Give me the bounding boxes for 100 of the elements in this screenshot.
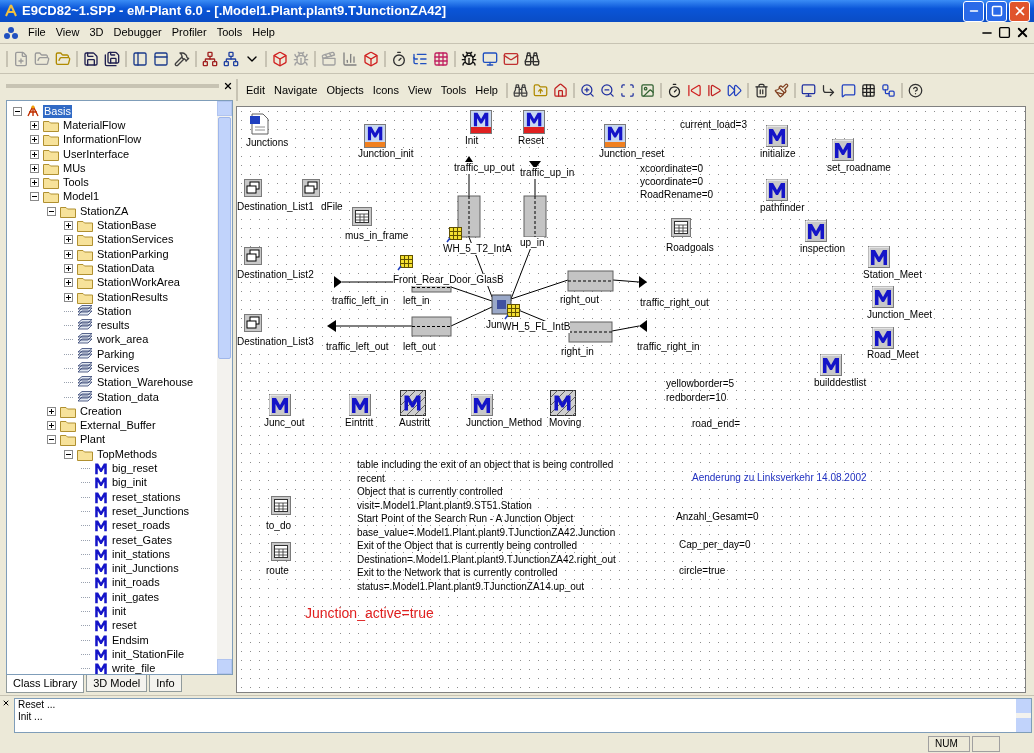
method-icon[interactable] <box>364 124 386 148</box>
method-icon[interactable] <box>868 246 890 268</box>
help-icon[interactable] <box>907 82 923 98</box>
menu-item[interactable]: File <box>28 24 46 41</box>
frame-icon[interactable] <box>244 247 262 265</box>
tree-item[interactable]: Basis <box>43 104 72 118</box>
screen-icon[interactable] <box>482 50 498 67</box>
tree-item[interactable]: reset_stations <box>111 490 182 504</box>
expand-toggle[interactable] <box>13 106 22 116</box>
tree-item[interactable]: init_StationFile <box>111 647 186 661</box>
tree-item[interactable]: big_init <box>111 476 148 490</box>
expand-toggle[interactable] <box>47 206 56 216</box>
bug-icon[interactable] <box>461 50 477 67</box>
method-icon[interactable] <box>523 110 545 134</box>
tree-item[interactable]: TopMethods <box>96 447 158 461</box>
tree-item[interactable]: StationWorkArea <box>96 276 181 290</box>
menu-item[interactable]: Tools <box>440 81 467 99</box>
method-icon[interactable] <box>550 390 576 416</box>
menu-item[interactable]: View <box>55 24 80 41</box>
tree-item[interactable]: reset_Gates <box>111 533 173 547</box>
expand-toggle[interactable] <box>30 192 39 202</box>
tree-item[interactable]: reset <box>111 619 138 633</box>
tree-item[interactable]: reset_Junctions <box>111 504 191 518</box>
panel-tab[interactable]: Class Library <box>6 675 85 693</box>
menu-item[interactable]: Icons <box>372 81 399 99</box>
tree-item[interactable]: big_reset <box>111 462 159 476</box>
method-icon[interactable] <box>349 394 371 416</box>
expand-toggle[interactable] <box>30 163 39 173</box>
tree-item[interactable]: StationBase <box>96 219 158 232</box>
table-icon[interactable] <box>671 218 691 237</box>
tree-item[interactable]: External_Buffer <box>79 419 157 433</box>
table-icon[interactable] <box>271 496 291 515</box>
method-icon[interactable] <box>604 124 626 148</box>
tree-item[interactable]: Station <box>96 304 133 318</box>
table-icon[interactable] <box>271 542 291 561</box>
table-icon[interactable] <box>352 207 372 226</box>
tree-item[interactable]: init_roads <box>111 576 161 590</box>
tree-item[interactable]: init_gates <box>111 590 161 604</box>
tree-item[interactable]: UserInterface <box>62 147 131 161</box>
expand-toggle[interactable] <box>64 249 73 259</box>
tree-item[interactable]: MaterialFlow <box>62 118 127 132</box>
expand-toggle[interactable] <box>30 149 39 159</box>
method-icon[interactable] <box>400 390 426 416</box>
broom-icon[interactable] <box>773 82 789 98</box>
method-icon[interactable] <box>832 139 854 161</box>
expand-toggle[interactable] <box>30 120 39 130</box>
save-all-icon[interactable] <box>104 50 120 67</box>
menu-item[interactable]: View <box>408 81 432 99</box>
tree-item[interactable]: StationData <box>96 261 156 275</box>
close-icon[interactable] <box>223 81 233 91</box>
method-icon[interactable] <box>805 220 827 242</box>
frame-icon[interactable] <box>244 179 262 197</box>
expand-toggle[interactable] <box>47 406 56 416</box>
tree-item[interactable]: Services <box>96 362 141 375</box>
frame-icon[interactable] <box>244 314 262 332</box>
tree-item[interactable]: write_file <box>111 662 157 674</box>
scrollbar[interactable] <box>217 101 232 674</box>
app-icon[interactable] <box>4 25 18 40</box>
binoculars-icon[interactable] <box>524 50 540 67</box>
fit-view-icon[interactable] <box>619 82 635 98</box>
junction-node[interactable] <box>491 294 512 315</box>
tree-item[interactable]: Tools <box>62 176 90 190</box>
tree-item[interactable]: Model1 <box>62 190 101 204</box>
tree-item[interactable]: Plant <box>79 433 107 447</box>
tree-item[interactable]: StationParking <box>96 247 170 261</box>
expand-toggle[interactable] <box>47 435 56 445</box>
mail-icon[interactable] <box>503 50 519 67</box>
expand-toggle[interactable] <box>64 292 73 302</box>
stopwatch-icon[interactable] <box>391 50 407 67</box>
grid-icon[interactable] <box>446 227 462 243</box>
document-icon[interactable] <box>249 113 269 135</box>
cube-icon[interactable] <box>272 50 288 67</box>
method-icon[interactable] <box>872 327 894 349</box>
tree-item[interactable]: init_stations <box>111 547 172 561</box>
chart-icon[interactable] <box>342 50 358 67</box>
tools-icon[interactable] <box>174 50 190 67</box>
close-icon[interactable] <box>1015 25 1030 40</box>
window-icon[interactable] <box>153 50 169 67</box>
panel-icon[interactable] <box>132 50 148 67</box>
tree-item[interactable]: Parking <box>96 347 136 361</box>
track[interactable] <box>567 270 614 292</box>
tree-item[interactable]: Station_data <box>96 390 160 404</box>
cube-icon[interactable] <box>363 50 379 67</box>
tree-item[interactable]: MUs <box>62 161 87 175</box>
maximize-button[interactable] <box>986 0 1007 22</box>
tree-item[interactable]: init_Junctions <box>111 562 180 576</box>
connector-line-icon[interactable] <box>820 82 836 98</box>
tree-item[interactable]: StationZA <box>79 204 130 218</box>
fast-forward-icon[interactable] <box>726 82 742 98</box>
frame-icon[interactable] <box>302 179 320 197</box>
expand-toggle[interactable] <box>64 235 73 245</box>
tree-item[interactable]: StationServices <box>96 233 175 247</box>
menu-item[interactable]: Tools <box>216 24 243 41</box>
grid-icon[interactable] <box>504 304 520 320</box>
panel-tab[interactable]: 3D Model <box>86 675 148 692</box>
expand-toggle[interactable] <box>64 278 73 288</box>
home-icon[interactable] <box>552 82 568 98</box>
expand-toggle[interactable] <box>64 449 73 459</box>
track[interactable] <box>457 195 481 238</box>
menu-item[interactable]: Navigate <box>273 81 318 99</box>
